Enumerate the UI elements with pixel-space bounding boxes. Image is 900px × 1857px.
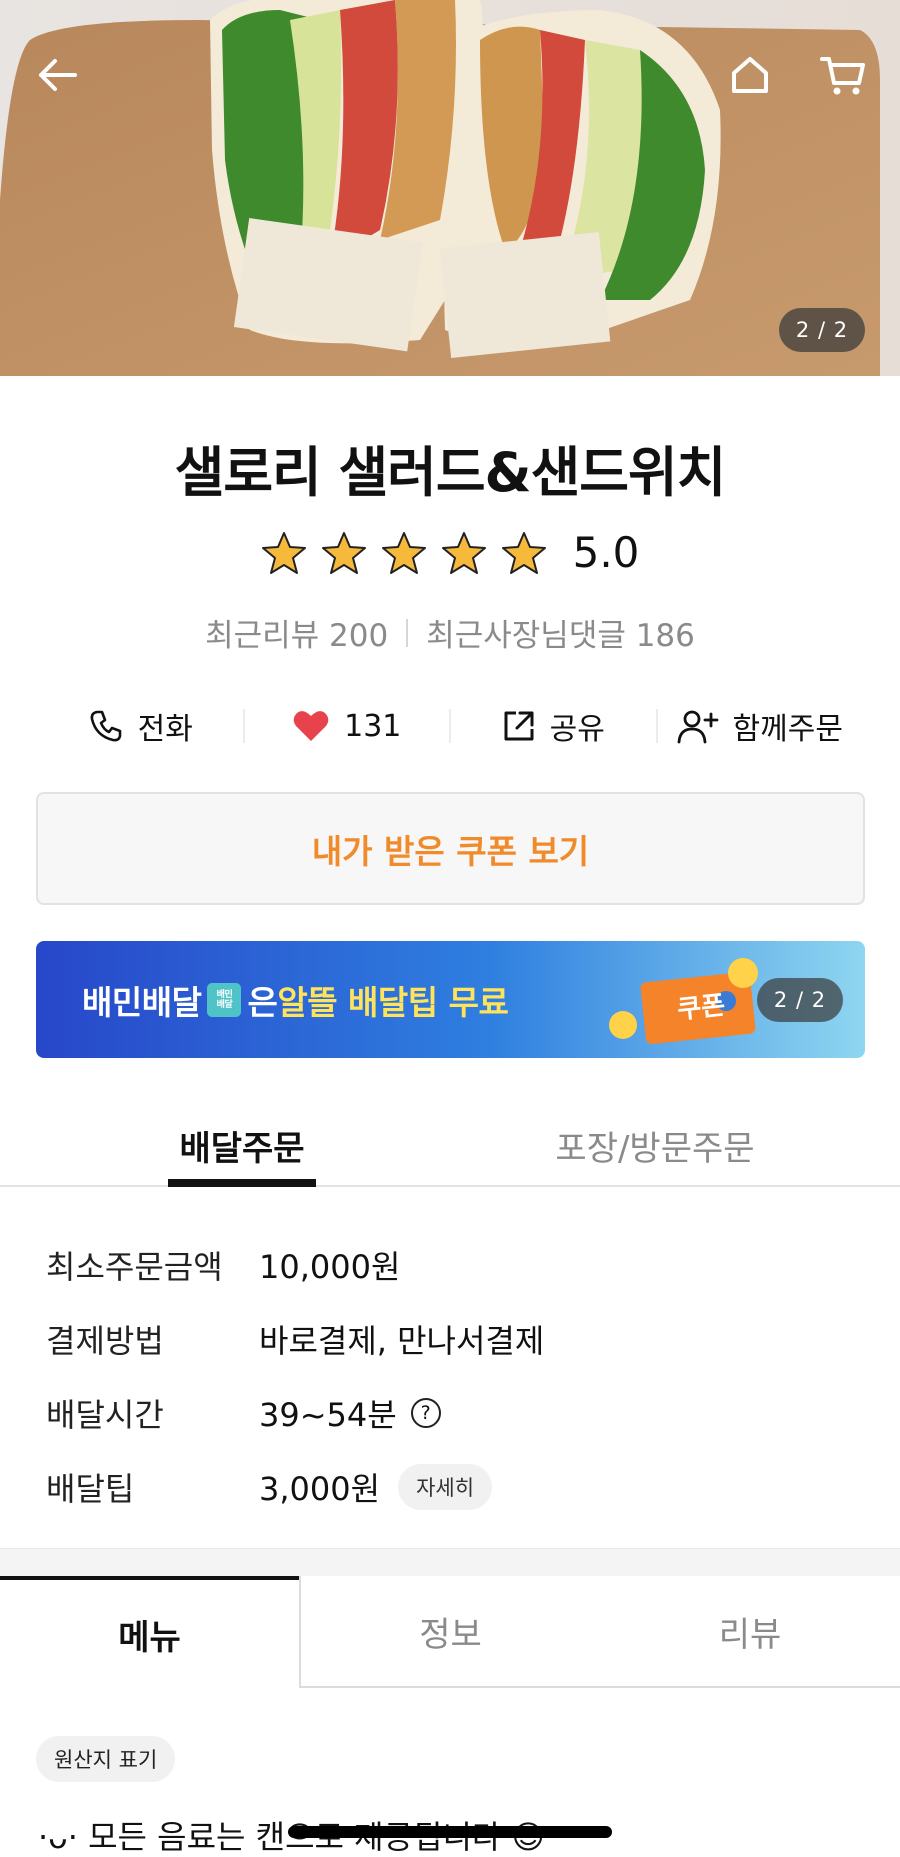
- info-row-payment: 결제방법 바로결제, 만나서결제: [46, 1302, 866, 1376]
- tab-pickup-order[interactable]: 포장/방문주문: [540, 1105, 770, 1185]
- arrow-left-icon: [39, 59, 77, 91]
- star-icon: [381, 531, 426, 574]
- share-button[interactable]: 공유: [451, 704, 656, 748]
- group-order-label: 함께주문: [732, 712, 843, 747]
- delivery-info: 최소주문금액 10,000원 결제방법 바로결제, 만나서결제 배달시간 39~…: [46, 1228, 866, 1524]
- origin-label-button[interactable]: 원산지 표기: [36, 1736, 176, 1782]
- star-icon: [441, 531, 486, 574]
- phone-icon: [90, 710, 121, 742]
- star-icon: [261, 531, 306, 574]
- share-icon: [504, 711, 534, 741]
- rating-stars: [261, 531, 547, 575]
- home-icon: [732, 57, 768, 93]
- store-rating[interactable]: 5.0: [0, 528, 900, 577]
- tab-review[interactable]: 리뷰: [600, 1576, 900, 1688]
- payment-label: 결제방법: [46, 1322, 164, 1360]
- min-order-label: 최소주문금액: [46, 1248, 223, 1286]
- like-count: 131: [344, 708, 402, 744]
- section-divider: [0, 1548, 900, 1576]
- home-indicator[interactable]: [288, 1826, 612, 1838]
- divider: [406, 618, 409, 647]
- review-meta: 최근리뷰 200 최근사장님댓글 186: [0, 610, 900, 655]
- delivery-time-value: 39~54분: [259, 1396, 397, 1434]
- call-label: 전화: [137, 712, 193, 747]
- recent-reviews-count[interactable]: 최근리뷰 200: [205, 610, 388, 655]
- home-button[interactable]: [715, 40, 785, 110]
- tab-menu[interactable]: 메뉴: [0, 1576, 299, 1688]
- promo-banner[interactable]: 배민배달 배민 배달 은 알뜰 배달팁 무료 쿠폰 2 / 2: [36, 941, 865, 1058]
- star-icon: [321, 531, 366, 574]
- star-icon: [501, 531, 546, 574]
- view-my-coupons-button[interactable]: 내가 받은 쿠폰 보기: [36, 792, 865, 905]
- add-person-icon: [677, 710, 718, 744]
- info-row-delivery-time: 배달시간 39~54분 ?: [46, 1376, 866, 1450]
- delivery-tip-label: 배달팁: [46, 1470, 135, 1508]
- store-actions: 전화 131 공유 함께주문: [38, 694, 862, 758]
- banner-text-mid: 은: [247, 982, 278, 1022]
- store-hero-image[interactable]: 2 / 2: [0, 0, 900, 376]
- rating-score: 5.0: [572, 528, 640, 577]
- tab-info[interactable]: 정보: [299, 1576, 600, 1688]
- banner-counter-badge: 2 / 2: [757, 978, 843, 1022]
- info-row-min-order: 최소주문금액 10,000원: [46, 1228, 866, 1302]
- tab-delivery-order[interactable]: 배달주문: [168, 1105, 316, 1187]
- image-counter-badge: 2 / 2: [779, 308, 865, 352]
- group-order-button[interactable]: 함께주문: [658, 704, 863, 748]
- banner-highlight: 알뜰 배달팁 무료: [277, 982, 509, 1022]
- banner-badge-icon: 배민 배달: [207, 982, 242, 1017]
- delivery-tip-value-wrap: 3,000원 자세히: [259, 1464, 493, 1510]
- like-button[interactable]: 131: [245, 709, 450, 744]
- delivery-tip-detail-button[interactable]: 자세히: [398, 1464, 493, 1510]
- cart-icon: [820, 57, 865, 95]
- call-button[interactable]: 전화: [38, 704, 243, 748]
- info-row-delivery-tip: 배달팁 3,000원 자세히: [46, 1450, 866, 1524]
- delivery-time-label: 배달시간: [46, 1396, 164, 1434]
- min-order-value: 10,000원: [259, 1248, 401, 1286]
- delivery-tip-value: 3,000원: [259, 1470, 381, 1508]
- store-name: 샐로리 샐러드&샌드위치: [174, 441, 727, 504]
- delivery-time-value-wrap: 39~54분 ?: [259, 1390, 441, 1436]
- banner-text: 배민배달 배민 배달 은 알뜰 배달팁 무료: [82, 941, 509, 1058]
- share-label: 공유: [549, 712, 605, 747]
- order-type-tabs: 배달주문 포장/방문주문: [0, 1105, 900, 1187]
- banner-brand: 배민배달: [82, 982, 202, 1022]
- store-content-tabs: 메뉴 정보 리뷰: [0, 1576, 900, 1688]
- heart-icon: [293, 711, 329, 741]
- cart-button[interactable]: [808, 40, 878, 110]
- recent-owner-replies-count[interactable]: 최근사장님댓글 186: [426, 610, 695, 655]
- payment-value: 바로결제, 만나서결제: [259, 1322, 545, 1360]
- back-button[interactable]: [22, 40, 92, 110]
- help-icon[interactable]: ?: [410, 1398, 441, 1428]
